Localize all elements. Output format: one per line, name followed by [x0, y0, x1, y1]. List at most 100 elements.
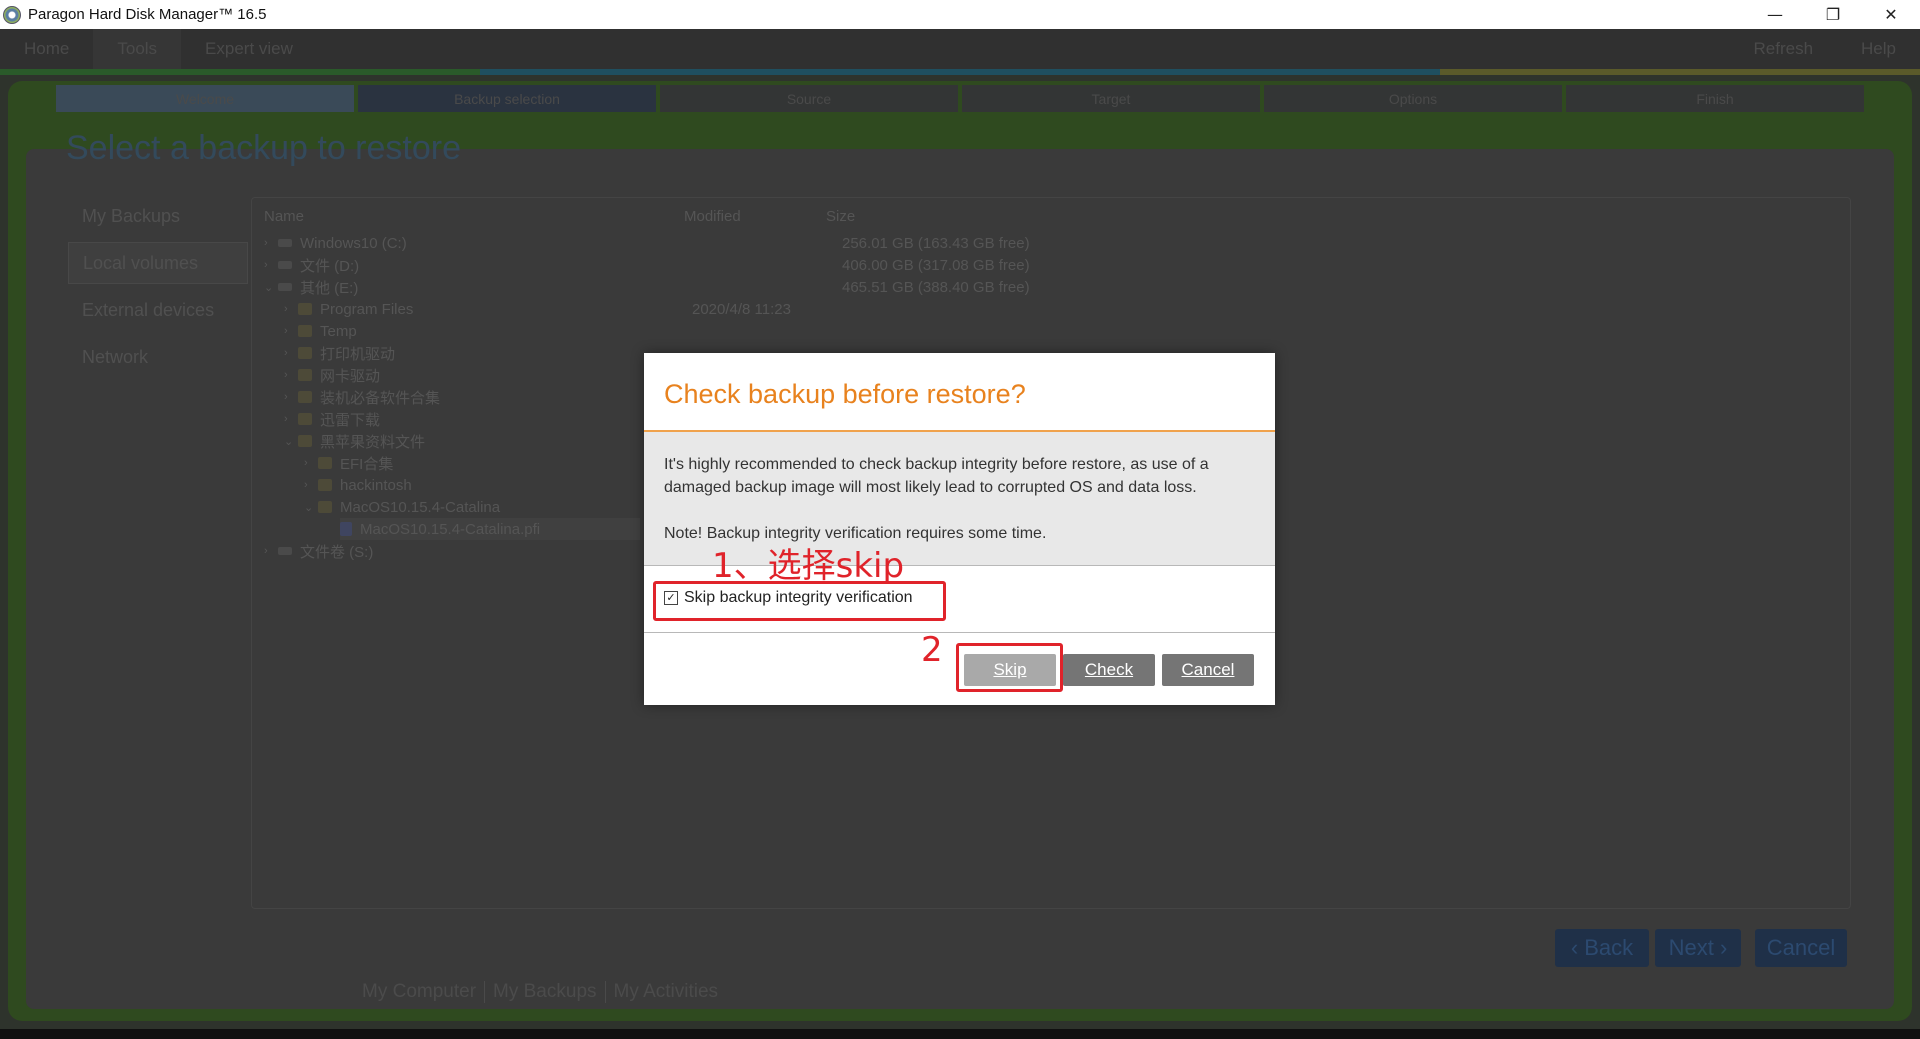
check-button[interactable]: Check [1063, 654, 1155, 686]
annotation-step1-box [653, 581, 946, 621]
page-title: Select a backup to restore [66, 129, 462, 167]
drive-icon [278, 261, 292, 269]
tree-row[interactable]: › 打印机驱动 [284, 342, 395, 364]
backup-source-nav: My Backups Local volumes External device… [68, 195, 248, 383]
tree-row[interactable]: › 装机必备软件合集 [284, 386, 440, 408]
tree-row[interactable]: › Temp [284, 320, 357, 342]
chevron-right-icon[interactable]: › [284, 391, 298, 403]
annotation-step1-label: 1、选择skip [712, 546, 905, 586]
tree-row[interactable]: › 文件 (D:) 406.00 GB (317.08 GB free) [264, 254, 1030, 276]
minimize-button[interactable]: — [1746, 0, 1804, 29]
tree-row-name: 文件卷 (S:) [300, 543, 374, 561]
tree-row-name: Program Files [320, 300, 414, 318]
tree-row[interactable]: › Program Files 2020/4/8 11:23 [284, 298, 791, 320]
tree-row[interactable]: › EFI合集 [304, 452, 393, 474]
window-titlebar: Paragon Hard Disk Manager™ 16.5 — ❐ ✕ [0, 0, 1920, 29]
menu-expert-view[interactable]: Expert view [181, 29, 317, 69]
tree-row-name: MacOS10.15.4-Catalina [340, 498, 501, 516]
dialog-cancel-button[interactable]: Cancel [1162, 654, 1254, 686]
folder-icon [298, 303, 312, 315]
step-target: Target [962, 85, 1260, 112]
step-source: Source [660, 85, 958, 112]
chevron-right-icon[interactable]: › [304, 479, 318, 491]
tree-row[interactable]: ⌄ 黑苹果资料文件 [284, 430, 425, 452]
tree-row[interactable]: › 网卡驱动 [284, 364, 380, 386]
menubar: Home Tools Expert view Refresh Help [0, 29, 1920, 69]
dialog-message-text: It's highly recommended to check backup … [664, 456, 1209, 496]
dialog-divider [644, 632, 1275, 633]
tree-row-name: 打印机驱动 [320, 345, 396, 363]
chevron-right-icon[interactable]: › [284, 413, 298, 425]
window-controls: — ❐ ✕ [1746, 0, 1920, 29]
folder-icon [318, 501, 332, 513]
chevron-right-icon[interactable]: › [304, 457, 318, 469]
tree-row-modified: 2020/4/8 11:23 [692, 300, 791, 318]
drive-icon [278, 283, 292, 291]
chevron-right-icon[interactable]: › [264, 237, 278, 249]
wizard-cancel-button[interactable]: Cancel [1755, 929, 1847, 967]
annotation-step2-label: 2 [921, 630, 943, 670]
menu-help[interactable]: Help [1837, 29, 1920, 69]
nav-local-volumes[interactable]: Local volumes [68, 242, 248, 284]
tree-row[interactable]: › Windows10 (C:) 256.01 GB (163.43 GB free… [264, 232, 1030, 254]
window-title: Paragon Hard Disk Manager™ 16.5 [28, 6, 267, 23]
taskbar [0, 1029, 1920, 1039]
chevron-down-icon[interactable]: ⌄ [284, 435, 298, 448]
column-header-size[interactable]: Size [826, 208, 855, 225]
nav-network[interactable]: Network [68, 336, 248, 378]
tree-row-selected[interactable]: MacOS10.15.4-Catalina.pfi [340, 518, 640, 540]
folder-icon [318, 479, 332, 491]
column-header-name[interactable]: Name [264, 208, 304, 225]
tree-row-name: Windows10 (C:) [300, 234, 407, 252]
tree-row-name: hackintosh [340, 476, 412, 494]
tree-row[interactable]: ⌄ MacOS10.15.4-Catalina [304, 496, 500, 518]
chevron-down-icon[interactable]: ⌄ [304, 501, 318, 514]
tree-row[interactable]: › hackintosh [304, 474, 412, 496]
tree-row-size: 256.01 GB (163.43 GB free) [842, 234, 1030, 252]
folder-icon [298, 369, 312, 381]
folder-icon [298, 435, 312, 447]
tab-my-computer[interactable]: My Computer [354, 981, 486, 1003]
folder-icon [318, 457, 332, 469]
tree-row[interactable]: › 迅雷下载 [284, 408, 380, 430]
step-backup-selection: Backup selection [358, 85, 656, 112]
chevron-right-icon[interactable]: › [284, 303, 298, 315]
drive-icon [278, 547, 292, 555]
chevron-down-icon[interactable]: ⌄ [264, 281, 278, 294]
restore-button[interactable]: ❐ [1804, 0, 1862, 29]
close-button[interactable]: ✕ [1862, 0, 1920, 29]
tab-my-backups[interactable]: My Backups [485, 981, 606, 1003]
folder-icon [298, 325, 312, 337]
chevron-right-icon[interactable]: › [284, 325, 298, 337]
next-button[interactable]: Next › [1655, 929, 1741, 967]
step-welcome: Welcome [56, 85, 354, 112]
nav-my-backups[interactable]: My Backups [68, 195, 248, 237]
menu-home[interactable]: Home [0, 29, 93, 69]
folder-icon [298, 391, 312, 403]
tree-row[interactable]: › 文件卷 (S:) [264, 540, 373, 562]
menu-tools[interactable]: Tools [93, 29, 182, 69]
drive-icon [278, 239, 292, 247]
back-button[interactable]: ‹ Back [1555, 929, 1649, 967]
folder-icon [298, 347, 312, 359]
tree-row-name: 迅雷下载 [320, 411, 381, 429]
tree-row-name: 黑苹果资料文件 [320, 433, 426, 451]
chevron-right-icon[interactable]: › [264, 259, 278, 271]
menu-refresh[interactable]: Refresh [1730, 29, 1838, 69]
nav-external-devices[interactable]: External devices [68, 289, 248, 331]
wizard-steps: Welcome Backup selection Source Target O… [56, 85, 1864, 112]
tree-row-name: EFI合集 [340, 455, 394, 473]
tree-row-size: 465.51 GB (388.40 GB free) [842, 278, 1030, 296]
chevron-right-icon[interactable]: › [284, 369, 298, 381]
tree-row[interactable]: ⌄ 其他 (E:) 465.51 GB (388.40 GB free) [264, 276, 1030, 298]
tree-row-name: 其他 (E:) [300, 279, 359, 297]
tree-row-name: 装机必备软件合集 [320, 389, 441, 407]
step-options: Options [1264, 85, 1562, 112]
bottom-tabs: My Computer My Backups My Activities [354, 981, 726, 1003]
chevron-right-icon[interactable]: › [264, 545, 278, 557]
column-header-modified[interactable]: Modified [684, 208, 741, 225]
tree-row-name: 文件 (D:) [300, 257, 360, 275]
tab-my-activities[interactable]: My Activities [606, 981, 727, 1003]
backup-file-icon [340, 522, 352, 536]
chevron-right-icon[interactable]: › [284, 347, 298, 359]
